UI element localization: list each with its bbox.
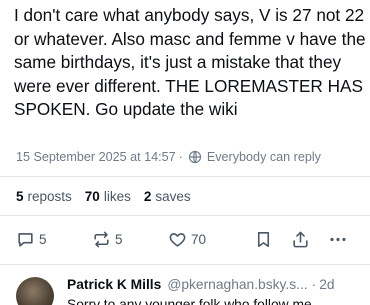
reply-timestamp[interactable]: 2d — [319, 277, 334, 292]
share-button[interactable] — [291, 226, 310, 252]
reply-text: Sorry to any younger folk who follow me — [67, 297, 312, 305]
reposts-stat[interactable]: 5 reposts — [16, 189, 72, 204]
likes-count: 70 — [84, 189, 100, 204]
share-icon — [291, 230, 310, 249]
avatar[interactable] — [16, 277, 54, 305]
divider — [0, 176, 370, 177]
reposts-label: reposts — [27, 189, 72, 204]
reply-author-name[interactable]: Patrick K Mills — [67, 277, 161, 292]
repost-count: 5 — [115, 231, 123, 247]
saves-count: 2 — [143, 189, 152, 204]
reply-post[interactable]: Patrick K Mills @pkernaghan.bsky.s... · … — [0, 268, 370, 305]
bookmark-button[interactable] — [254, 226, 273, 252]
post-meta: 15 September 2025 at 14:57 · Everybody c… — [16, 150, 321, 164]
repost-icon — [92, 230, 111, 249]
likes-stat[interactable]: 70 likes — [85, 189, 131, 204]
post-date[interactable]: 15 September 2025 at 14:57 — [16, 150, 176, 164]
divider — [0, 264, 370, 265]
reply-icon — [16, 230, 35, 249]
post-stats: 5 reposts 70 likes 2 saves — [16, 189, 204, 204]
saves-label: saves — [155, 189, 191, 204]
reply-count: 5 — [39, 231, 47, 247]
saves-stat[interactable]: 2 saves — [144, 189, 191, 204]
reply-separator: · — [311, 277, 317, 292]
reply-author-handle[interactable]: @pkernaghan.bsky.s... — [167, 277, 307, 292]
divider — [0, 215, 370, 216]
meta-separator: · — [178, 150, 183, 164]
reply-setting[interactable]: Everybody can reply — [207, 150, 321, 164]
like-button[interactable]: 70 — [168, 226, 206, 252]
like-icon — [168, 230, 187, 249]
likes-label: likes — [103, 189, 131, 204]
reply-header: Patrick K Mills @pkernaghan.bsky.s... · … — [67, 277, 335, 292]
reposts-count: 5 — [16, 189, 24, 204]
like-count: 70 — [191, 231, 207, 247]
globe-icon — [188, 150, 202, 164]
bookmark-icon — [254, 230, 273, 249]
repost-button[interactable]: 5 — [92, 226, 123, 252]
more-icon — [328, 230, 348, 249]
post-text: I don't care what anybody says, V is 27 … — [14, 5, 366, 119]
reply-button[interactable]: 5 — [16, 226, 47, 252]
more-button[interactable] — [328, 226, 348, 252]
action-bar: 5 5 70 — [0, 226, 370, 252]
